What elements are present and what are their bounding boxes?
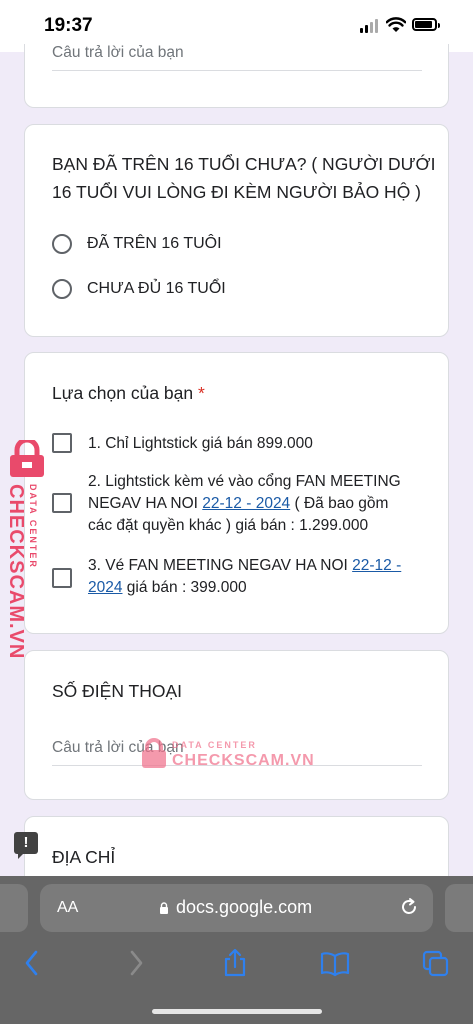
wifi-icon [386,17,406,32]
answer-input[interactable]: Câu trả lời của bạn [52,44,422,71]
watermark-subtext: DATA CENTER [28,484,38,569]
option-label: 1. Chỉ Lightstick giá bán 899.000 [88,433,428,455]
question-title: SỐ ĐIỆN THOẠI [52,681,182,701]
option-line: 2. Lightstick kèm vé vào cổng FAN MEETIN… [88,473,401,490]
question-title-line: BẠN ĐÃ TRÊN 16 TUỔI CHƯA? ( NGƯỜI DƯỚI [52,154,436,174]
text-size-button[interactable]: AA [57,899,78,917]
option-text: 3. Vé FAN MEETING NEGAV HA NOI [88,557,353,574]
status-time: 19:37 [44,15,93,36]
option-line: 3. Vé FAN MEETING NEGAV HA NOI 22-12 - [88,555,428,577]
option-text: giá bán : 399.000 [122,579,247,596]
url-text[interactable]: docs.google.com [176,897,312,918]
radio-button[interactable] [52,279,72,299]
bookmarks-icon[interactable] [320,948,350,978]
option-label: ĐÃ TRÊN 16 TUÔI [87,235,222,252]
question-title-line: 16 TUỔI VUI LÒNG ĐI KÈM NGƯỜI BẢO HỘ ) [52,182,421,202]
phone-question-card: SỐ ĐIỆN THOẠI Câu trả lời của bạn [24,650,449,800]
watermark-text: CHECKSCAM.VN [172,752,315,769]
option-text: ( Đã bao gồm [290,495,389,512]
date-link[interactable]: 2024 [88,579,122,596]
previous-tab-peek[interactable] [0,884,28,932]
reload-icon[interactable] [399,897,419,917]
answer-placeholder: Câu trả lời của bạn [52,44,184,61]
watermark-subtext: DATA CENTER [172,740,257,750]
age-question-card: BẠN ĐÃ TRÊN 16 TUỔI CHƯA? ( NGƯỜI DƯỚI 1… [24,124,449,337]
option-line: 2024 giá bán : 399.000 [88,577,428,599]
option-label: 3. Vé FAN MEETING NEGAV HA NOI 22-12 - 2… [88,555,428,599]
option-label: CHƯA ĐỦ 16 TUỔI [87,280,226,297]
checkbox[interactable] [52,568,72,588]
radio-option-over-16[interactable]: ĐÃ TRÊN 16 TUÔI [52,231,222,257]
date-link[interactable]: 22-12 - [352,557,401,574]
checkbox-option-2[interactable]: 2. Lightstick kèm vé vào cổng FAN MEETIN… [52,471,432,539]
option-label: 2. Lightstick kèm vé vào cổng FAN MEETIN… [88,471,428,537]
checkbox[interactable] [52,493,72,513]
option-line: 1. Chỉ Lightstick giá bán 899.000 [88,435,313,452]
battery-icon [412,18,440,31]
tabs-icon[interactable] [422,948,450,978]
cellular-signal-icon [360,19,380,33]
question-title: BẠN ĐÃ TRÊN 16 TUỔI CHƯA? ( NGƯỜI DƯỚI 1… [52,150,435,206]
padlock-icon [142,738,166,768]
back-icon[interactable] [22,948,42,978]
report-icon[interactable]: ! [14,832,38,859]
home-indicator[interactable] [152,1009,322,1014]
choice-question-card: Lựa chọn của bạn * 1. Chỉ Lightstick giá… [24,352,449,634]
option-line: NEGAV HA NOI 22-12 - 2024 ( Đã bao gồm [88,493,428,515]
checkbox[interactable] [52,433,72,453]
watermark-side: CHECKSCAM.VN DATA CENTER [0,440,52,659]
question-title-text: Lựa chọn của bạn [52,383,194,403]
date-link[interactable]: 22-12 - 2024 [202,495,290,512]
padlock-icon [10,440,44,477]
watermark-center: DATA CENTER CHECKSCAM.VN [140,738,314,774]
lock-icon [160,902,168,914]
radio-button[interactable] [52,234,72,254]
forward-icon[interactable] [126,948,146,978]
checkbox-option-3[interactable]: 3. Vé FAN MEETING NEGAV HA NOI 22-12 - 2… [52,555,432,601]
share-icon[interactable] [222,948,248,978]
radio-option-under-16[interactable]: CHƯA ĐỦ 16 TUỔI [52,276,226,302]
next-tab-peek[interactable] [445,884,473,932]
question-title: ĐỊA CHỈ [52,847,116,867]
watermark-text: CHECKSCAM.VN [5,484,27,660]
question-title: Lựa chọn của bạn * [52,379,205,407]
option-text: NEGAV HA NOI [88,495,203,512]
option-line: các đặt quyền khác ) giá bán : 1.299.000 [88,517,369,534]
checkbox-option-1[interactable]: 1. Chỉ Lightstick giá bán 899.000 [52,433,432,457]
required-asterisk: * [198,383,205,403]
previous-question-card: Câu trả lời của bạn [24,44,449,108]
